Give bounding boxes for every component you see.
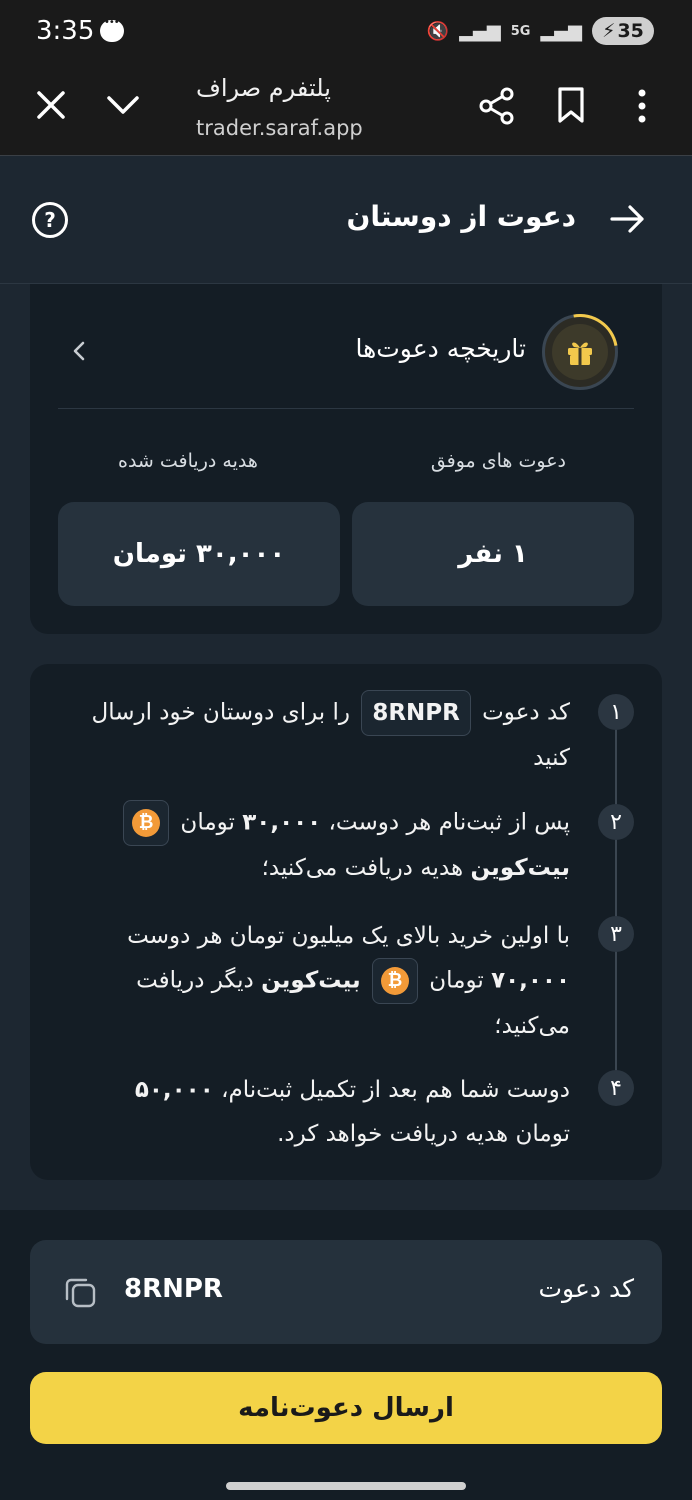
step-1-text: کد دعوت 8RNPR را برای دوستان خود ارسال ک… <box>80 690 570 780</box>
step-number: ۱ <box>598 694 634 730</box>
mute-icon: 🔇 <box>426 20 450 42</box>
coin-name: بیت‌کوین <box>261 967 361 994</box>
chevron-left-icon[interactable] <box>70 340 88 362</box>
step-text-part: با اولین خرید بالای یک میلیون تومان هر د… <box>127 923 570 949</box>
step-number: ۴ <box>598 1070 634 1106</box>
invite-code-chip: 8RNPR <box>361 690 471 736</box>
history-link[interactable]: تاریخچه دعوت‌ها <box>355 334 526 363</box>
step-number: ۲ <box>598 804 634 840</box>
step-2-text: پس از ثبت‌نام هر دوست، ۳۰,۰۰۰ تومان ₿ بی… <box>80 800 570 890</box>
bitcoin-icon: ₿ <box>123 800 170 846</box>
step-number: ۳ <box>598 916 634 952</box>
step-text-part: دوست شما هم بعد از تکمیل ثبت‌نام، <box>221 1077 570 1103</box>
close-icon[interactable] <box>34 88 68 122</box>
reward-amount: ۷۰,۰۰۰ <box>491 967 570 994</box>
step-text-part: تومان <box>180 809 235 836</box>
message-icon <box>100 17 124 42</box>
back-arrow-icon[interactable] <box>608 202 648 236</box>
coin-name: بیت‌کوین <box>470 855 570 881</box>
step-text-part: تومان هدیه دریافت خواهد کرد. <box>277 1121 570 1147</box>
signal-icon: ▂▄▆ <box>459 20 501 42</box>
steps-card: ۱ کد دعوت 8RNPR را برای دوستان خود ارسال… <box>30 664 662 1180</box>
charging-icon: ⚡ <box>602 20 616 42</box>
browser-page-title: پلتفرم صراف <box>196 74 331 102</box>
status-time: 3:35 <box>36 16 95 46</box>
gift-received-value: ۳۰,۰۰۰ تومان <box>58 502 340 606</box>
battery-level: 35 <box>617 20 644 42</box>
successful-invites-value: ۱ نفر <box>352 502 634 606</box>
bitcoin-icon: ₿ <box>371 958 418 1004</box>
page-header: دعوت از دوستان ? <box>0 156 692 284</box>
network-type: 5G <box>510 23 531 39</box>
battery-indicator: ⚡ 35 <box>592 17 654 45</box>
step-text-part: هدیه دریافت می‌کنید؛ <box>261 855 464 881</box>
invite-code-box: کد دعوت 8RNPR <box>30 1240 662 1344</box>
invite-history-card: تاریخچه دعوت‌ها دعوت های موفق هدیه دریاف… <box>30 284 662 634</box>
step-4-text: دوست شما هم بعد از تکمیل ثبت‌نام، ۵۰,۰۰۰… <box>80 1068 570 1156</box>
bookmark-icon[interactable] <box>556 86 586 124</box>
gift-badge <box>527 299 633 405</box>
page-title: دعوت از دوستان <box>346 200 576 233</box>
reward-amount: ۳۰,۰۰۰ <box>242 809 322 836</box>
status-icons: 🔇 ▂▄▆ 5G ▂▄▆ ⚡ 35 <box>427 17 654 45</box>
copy-icon[interactable] <box>62 1274 98 1310</box>
step-3-text: با اولین خرید بالای یک میلیون تومان هر د… <box>80 914 570 1048</box>
browser-toolbar: پلتفرم صراف trader.saraf.app <box>0 64 692 156</box>
reward-amount: ۵۰,۰۰۰ <box>134 1077 214 1103</box>
gift-received-label: هدیه دریافت شده <box>118 450 258 472</box>
chevron-down-icon[interactable] <box>104 88 142 122</box>
successful-invites-label: دعوت های موفق <box>430 450 566 472</box>
help-icon[interactable]: ? <box>32 202 68 238</box>
divider <box>58 408 634 409</box>
steps-connector <box>615 724 617 1074</box>
home-indicator[interactable] <box>226 1482 466 1490</box>
invite-code-label: کد دعوت <box>538 1274 634 1303</box>
invite-code-value: 8RNPR <box>124 1274 223 1304</box>
send-invitation-button[interactable]: ارسال دعوت‌نامه <box>30 1372 662 1444</box>
share-icon[interactable] <box>478 86 516 126</box>
signal-icon-2: ▂▄▆ <box>540 20 582 42</box>
invite-bottom-panel: کد دعوت 8RNPR ارسال دعوت‌نامه <box>0 1210 692 1500</box>
more-vertical-icon[interactable] <box>628 86 656 126</box>
step-text-part: تومان <box>429 967 484 994</box>
progress-ring <box>527 299 633 405</box>
browser-url[interactable]: trader.saraf.app <box>196 116 363 140</box>
step-text-part: پس از ثبت‌نام هر دوست، <box>328 809 571 836</box>
step-text-part: کد دعوت <box>482 699 570 726</box>
status-bar: 3:35 🔇 ▂▄▆ 5G ▂▄▆ ⚡35 <box>0 0 692 64</box>
